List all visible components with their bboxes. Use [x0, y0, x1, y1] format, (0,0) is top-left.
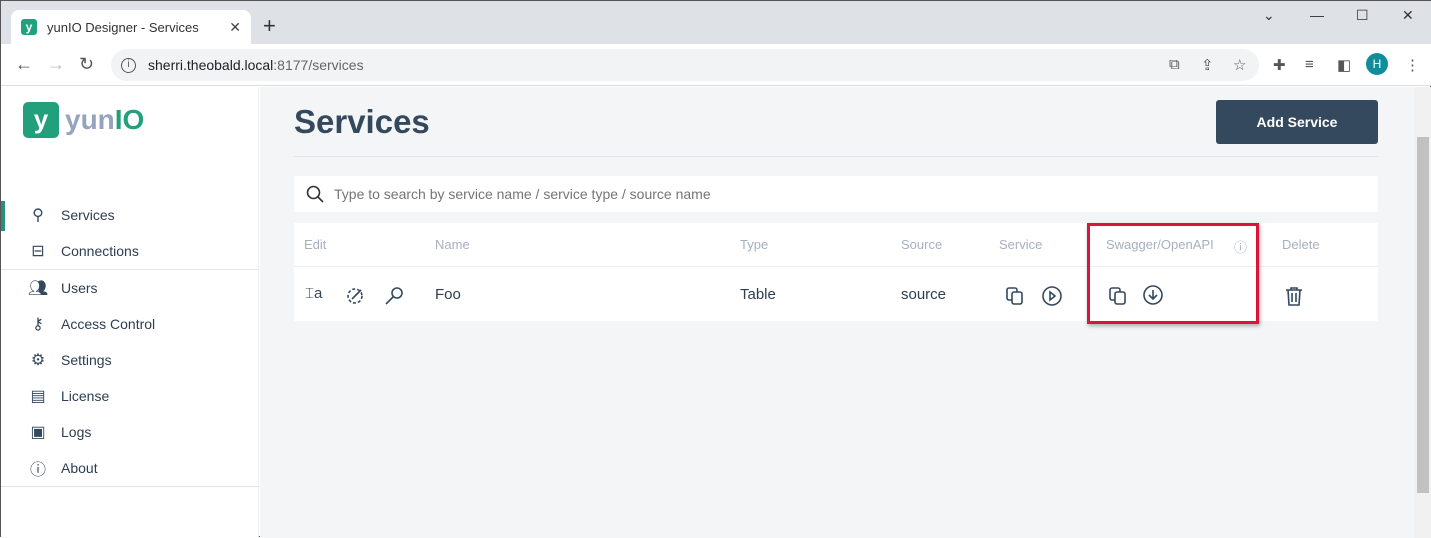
- forward-icon[interactable]: →: [47, 54, 65, 75]
- info-icon[interactable]: i: [121, 57, 136, 73]
- header-delete: Delete: [1282, 237, 1320, 252]
- key-icon: ⚷: [32, 316, 44, 333]
- chevron-down-icon[interactable]: ⌄: [1263, 7, 1275, 24]
- info-icon: ⓘ: [29, 462, 46, 479]
- header-name[interactable]: Name: [435, 237, 470, 252]
- side-panel-icon[interactable]: ◧: [1337, 56, 1351, 74]
- header-service: Service: [999, 237, 1043, 252]
- search-box[interactable]: [294, 176, 1378, 212]
- sitemap-icon: ⚲: [32, 207, 44, 224]
- maximize-icon[interactable]: ☐: [1356, 7, 1369, 24]
- key-icon[interactable]: [383, 285, 405, 307]
- url-host: sherri.theobald.local: [148, 57, 274, 73]
- header-source[interactable]: Source: [901, 237, 942, 252]
- trash-icon[interactable]: [1283, 285, 1305, 307]
- translate-icon[interactable]: ⧉: [1169, 56, 1180, 73]
- sidebar-item-label: Access Control: [61, 316, 156, 332]
- sidebar-item-label: Services: [61, 207, 115, 223]
- extensions-icon[interactable]: ✚: [1273, 56, 1286, 74]
- url-path: :8177/services: [273, 57, 364, 73]
- scrollbar-thumb[interactable]: [1417, 137, 1429, 493]
- sidebar-item-connections[interactable]: ⊟ Connections: [1, 233, 259, 269]
- sidebar-item-label: Connections: [61, 243, 139, 259]
- play-icon[interactable]: [1041, 285, 1063, 307]
- sidebar-item-access-control[interactable]: ⚷ Access Control: [1, 306, 259, 342]
- sidebar-item-settings[interactable]: ⚙ Settings: [1, 342, 259, 378]
- reload-icon[interactable]: ↻: [79, 54, 94, 75]
- sidebar-item-label: License: [61, 388, 110, 404]
- browser-tab[interactable]: y yunIO Designer - Services ✕: [11, 10, 251, 44]
- service-name[interactable]: Foo: [435, 286, 461, 303]
- address-bar-row: ← → ↻ i sherri.theobald.local:8177/servi…: [1, 44, 1431, 86]
- media-icon[interactable]: ≡: [1305, 56, 1314, 73]
- connection-icon: ⊟: [31, 243, 45, 260]
- profile-avatar[interactable]: H: [1366, 53, 1388, 75]
- close-window-icon[interactable]: ✕: [1402, 7, 1414, 24]
- service-type: Table: [740, 286, 776, 303]
- sidebar-item-license[interactable]: ▤ License: [1, 378, 259, 414]
- rename-icon[interactable]: ⌶a: [305, 285, 327, 307]
- menu-icon[interactable]: ⋮: [1405, 56, 1420, 74]
- header-edit: Edit: [304, 237, 327, 252]
- star-icon[interactable]: ☆: [1233, 56, 1246, 74]
- browser-tab-bar: y yunIO Designer - Services ✕ + ⌄ — ☐ ✕: [1, 1, 1431, 44]
- logo-text-accent: IO: [114, 104, 145, 135]
- users-icon: 👥︎: [27, 280, 49, 297]
- back-icon[interactable]: ←: [15, 54, 33, 75]
- logo-text: yun: [65, 104, 115, 135]
- sidebar-item-about[interactable]: ⓘ About: [1, 450, 259, 486]
- logo[interactable]: y yunIO: [23, 102, 144, 138]
- sidebar-item-label: About: [61, 460, 98, 476]
- sidebar-item-logs[interactable]: ▣ Logs: [1, 414, 259, 450]
- log-icon: ▣: [30, 424, 46, 441]
- page-title: Services: [294, 103, 430, 140]
- sidebar-item-label: Users: [61, 280, 98, 296]
- gear-icon: ⚙: [30, 352, 46, 369]
- close-tab-icon[interactable]: ✕: [229, 19, 241, 36]
- sidebar-item-services[interactable]: ⚲ Services: [1, 197, 259, 233]
- tab-title: yunIO Designer - Services: [47, 19, 199, 35]
- logo-mark: y: [23, 102, 59, 138]
- swagger-highlight-box: [1087, 223, 1259, 324]
- minimize-icon[interactable]: —: [1310, 7, 1324, 23]
- id-card-icon: ▤: [30, 388, 46, 405]
- share-icon[interactable]: ⇪: [1201, 56, 1214, 74]
- sidebar-item-label: Logs: [61, 424, 92, 440]
- copy-icon[interactable]: [1004, 285, 1026, 307]
- new-tab-icon[interactable]: +: [263, 13, 276, 39]
- header-type[interactable]: Type: [740, 237, 768, 252]
- search-input[interactable]: [334, 186, 1378, 202]
- sidebar: y yunIO ⚲ Services ⊟ Connections 👥︎ Users ⚷…: [1, 87, 259, 538]
- scrollbar[interactable]: [1414, 87, 1431, 538]
- settings-edit-icon[interactable]: [344, 285, 366, 307]
- favicon: y: [21, 19, 37, 35]
- service-source: source: [901, 286, 947, 303]
- url-bar[interactable]: i sherri.theobald.local:8177/services: [111, 49, 1259, 81]
- sidebar-item-label: Settings: [61, 352, 112, 368]
- search-icon: [306, 185, 324, 203]
- sidebar-item-users[interactable]: 👥︎ Users: [1, 270, 259, 306]
- add-service-button[interactable]: Add Service: [1216, 100, 1378, 144]
